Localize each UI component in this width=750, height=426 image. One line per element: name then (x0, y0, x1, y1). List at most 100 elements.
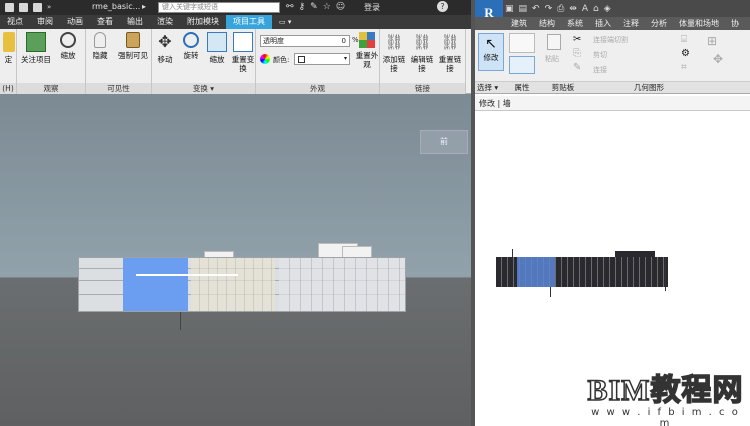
watermark-logo: BIM教程网 w w w . i f b i m . c o m (583, 374, 748, 426)
add-link-label: 添加链接 (382, 55, 406, 73)
paste-icon[interactable] (547, 34, 561, 50)
ribbon-group-visibility: 隐藏 强制可见 可见性 (86, 29, 152, 94)
right-tab-bar: 建筑 结构 系统 插入 注释 分析 体量和场地 协 (475, 17, 750, 30)
match-icon[interactable]: ✎ (573, 62, 581, 73)
tab-structure[interactable]: 结构 (533, 17, 561, 30)
hide-button[interactable]: 隐藏 (86, 32, 114, 60)
geometry-item-cut-ends[interactable]: 连接端切割 (593, 35, 628, 45)
transparency-value: 0 (341, 37, 346, 45)
selected-wall-highlight[interactable] (123, 258, 188, 311)
align-icon[interactable]: ⊞ (707, 34, 717, 48)
move-button[interactable]: ✥ 移动 (152, 32, 178, 64)
tab-addins[interactable]: 附加模块 (180, 15, 226, 29)
chevron-down-icon: ▾ (343, 55, 347, 62)
rotate-button[interactable]: 旋转 (178, 32, 204, 60)
print-icon[interactable]: ⎙ (557, 4, 564, 14)
reset-transform-button[interactable]: 重置变换 (230, 32, 256, 73)
undo-icon[interactable]: ↶ (532, 4, 540, 14)
tab-animation[interactable]: 动画 (60, 15, 90, 29)
cut-icon[interactable]: ✂ (573, 34, 581, 45)
ribbon-group-links: ⛓ 添加链接 ⛓ 编辑链接 ⛓ 重置链接 链接 (380, 29, 466, 94)
tab-review[interactable]: 审阅 (30, 15, 60, 29)
tab-analyze[interactable]: 分析 (645, 17, 673, 30)
tab-massing-site[interactable]: 体量和场地 (673, 17, 725, 30)
dropdown-arrow-icon[interactable]: ▸ (142, 2, 146, 11)
tab-output[interactable]: 输出 (120, 15, 150, 29)
force-visible-button[interactable]: 强制可见 (114, 32, 152, 60)
geometry-panel-label: 几何图形 (634, 83, 664, 92)
scale-button[interactable]: 缩放 (204, 32, 230, 64)
open-icon[interactable]: ▣ (505, 4, 514, 14)
hold-button[interactable]: 定 (0, 32, 17, 64)
transparency-slider[interactable]: 透明度 0 (260, 35, 350, 47)
binoculars-icon[interactable]: ⚯ (286, 2, 294, 12)
tab-architecture[interactable]: 建筑 (505, 17, 533, 30)
reset-appearance-label: 重置外观 (355, 51, 379, 69)
edit-link-button[interactable]: ⛓ 编辑链接 (408, 32, 436, 73)
search-input[interactable]: 键入关键字或短语 (158, 2, 280, 13)
ribbon-group-hold: 定 (H) (0, 29, 17, 94)
geometry-item-cut[interactable]: 剪切 (593, 50, 607, 60)
tab-view[interactable]: 查看 (90, 15, 120, 29)
modify-button[interactable]: ↖ 修改 (478, 33, 504, 71)
selected-wall-highlight[interactable] (517, 257, 555, 287)
star-icon[interactable]: ☆ (323, 2, 331, 12)
measure-icon[interactable]: ⇹ (569, 4, 577, 14)
save-icon[interactable] (19, 3, 28, 12)
copy-icon[interactable]: ⎘ (573, 48, 581, 59)
cursor-arrow-icon: ↖ (485, 36, 497, 52)
focus-item-label: 关注项目 (21, 55, 51, 64)
login-button[interactable]: 登录 (364, 2, 380, 13)
move-arrows-icon[interactable]: ✥ (713, 52, 723, 66)
ribbon-toggle-icon[interactable]: ▭ ▾ (272, 15, 298, 29)
reset-appearance-button[interactable]: 重置外观 (354, 32, 380, 69)
tab-viewpoint[interactable]: 视点 (0, 15, 30, 29)
type-properties-icon[interactable] (509, 33, 535, 53)
zoom-label: 缩放 (60, 51, 76, 60)
tab-collaborate[interactable]: 协 (725, 17, 745, 30)
color-dropdown[interactable]: ▾ (294, 53, 350, 65)
hide-label: 隐藏 (92, 51, 108, 60)
select-panel-label[interactable]: 选择 ▾ (475, 82, 507, 93)
reset-transform-label: 重置变换 (231, 55, 255, 73)
geometry-item-join[interactable]: 连接 (593, 65, 607, 75)
ribbon-group-observe: 关注项目 缩放 观察 (17, 29, 86, 94)
paint-icon[interactable]: ⚙ (681, 48, 690, 59)
tab-project-tools[interactable]: 项目工具 (226, 15, 272, 29)
tab-systems[interactable]: 系统 (561, 17, 589, 30)
tools-icon[interactable]: ✎ (310, 2, 318, 12)
properties-icon[interactable] (509, 56, 535, 74)
lightbulb-icon (94, 32, 106, 48)
key-icon[interactable]: ⚷ (299, 2, 306, 12)
scale-icon (207, 32, 227, 52)
text-icon[interactable]: A (582, 4, 588, 14)
add-link-button[interactable]: ⛓ 添加链接 (380, 32, 408, 73)
wall-join-icon[interactable]: ⌸ (681, 34, 687, 45)
redo-icon[interactable]: ↷ (545, 4, 553, 14)
save-icon[interactable]: ▤ (519, 4, 528, 14)
reset-link-button[interactable]: ⛓ 重置链接 (436, 32, 464, 73)
tab-render[interactable]: 渲染 (150, 15, 180, 29)
document-title: rme_basic... (92, 2, 141, 11)
open-icon[interactable] (5, 3, 14, 12)
facade-panel (191, 258, 275, 311)
modify-label: 修改 (483, 53, 499, 62)
facade-panel (279, 258, 405, 311)
user-icon[interactable]: ☺ (336, 2, 345, 12)
viewcube[interactable]: 前 (420, 130, 468, 154)
3d-view-icon[interactable]: ⌂ (593, 4, 599, 14)
section-icon[interactable]: ◈ (604, 4, 611, 14)
transparency-label: 透明度 (263, 37, 284, 45)
split-face-icon[interactable]: ⌗ (681, 62, 687, 73)
reset-link-label: 重置链接 (438, 55, 462, 73)
tab-annotate[interactable]: 注释 (617, 17, 645, 30)
print-icon[interactable] (33, 3, 42, 12)
help-icon[interactable]: ? (437, 1, 448, 12)
more-icon[interactable]: » (47, 3, 56, 12)
focus-item-button[interactable]: 关注项目 (18, 32, 54, 64)
ribbon-panel-labels: 选择 ▾ 属性 剪贴板 几何图形 (475, 81, 750, 93)
grid-line (180, 312, 181, 330)
color-label: 颜色: (273, 56, 290, 64)
zoom-button[interactable]: 缩放 (53, 32, 83, 60)
tab-insert[interactable]: 插入 (589, 17, 617, 30)
